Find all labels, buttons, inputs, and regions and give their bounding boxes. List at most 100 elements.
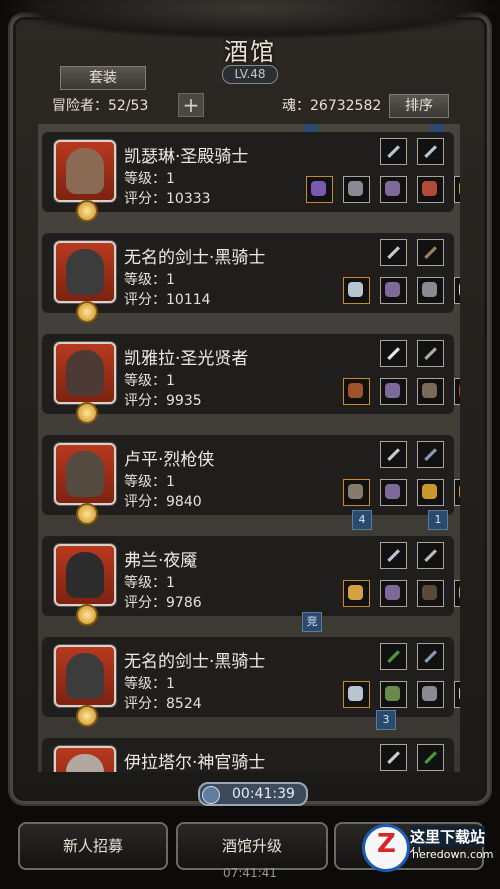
hero-score: 评分：10333 — [124, 191, 211, 207]
hero-card[interactable]: 凯瑟琳·圣殿骑士 等级：1 评分：10333 — [42, 132, 460, 222]
equip-slot[interactable] — [454, 681, 460, 708]
equip-slot[interactable] — [417, 441, 444, 468]
spear-icon — [348, 383, 363, 398]
hero-score: 评分：10114 — [124, 292, 211, 308]
equip-slot[interactable] — [417, 176, 444, 203]
equip-slot[interactable] — [306, 176, 333, 203]
equip-slot[interactable] — [343, 378, 370, 405]
equip-slot[interactable] — [454, 479, 460, 506]
staff-icon — [311, 181, 326, 196]
upgrade-button[interactable]: 酒馆升级 — [176, 822, 328, 870]
hero-score: 评分：9786 — [124, 595, 202, 611]
equip-slot[interactable] — [380, 340, 407, 367]
pistol-icon — [348, 484, 363, 499]
hero-card[interactable]: 弗兰·夜魇 等级：1 评分：9786 — [42, 536, 460, 626]
hero-name: 无名的剑士·黑骑士 — [124, 652, 266, 672]
armor-icon — [385, 282, 400, 297]
hero-card[interactable]: 伊拉塔尔·神官骑士 — [42, 738, 454, 772]
portrait — [54, 443, 116, 525]
equip-slot[interactable] — [343, 176, 370, 203]
equip-slot[interactable] — [417, 643, 444, 670]
watermark-cn: 这里下载站 — [410, 826, 486, 847]
recruit-button[interactable]: 新人招募 — [18, 822, 168, 870]
hero-level: 等级：1 — [124, 676, 175, 692]
armor-icon — [385, 181, 400, 196]
helmet-icon — [348, 181, 363, 196]
equip-slot[interactable] — [417, 277, 444, 304]
equip-slot[interactable] — [454, 378, 460, 405]
hero-card[interactable]: 无名的剑士·黑骑士 等级：1 评分：8524 — [42, 637, 460, 727]
timer: 00:41:39 — [198, 782, 308, 806]
hero-name: 伊拉塔尔·神官骑士 — [124, 753, 266, 772]
page-title: 酒馆 — [224, 38, 276, 66]
sword-icon — [387, 549, 400, 562]
dark-knight-portrait-icon — [66, 552, 104, 598]
equip-slot[interactable] — [417, 580, 444, 607]
tag-badge: 竞 — [302, 612, 322, 632]
equip-slot[interactable] — [417, 744, 444, 771]
scroll-marker — [304, 124, 318, 132]
hero-level: 等级：1 — [124, 171, 175, 187]
equip-slot[interactable] — [380, 138, 407, 165]
equip-slot[interactable] — [380, 643, 407, 670]
equip-slot[interactable] — [380, 681, 407, 708]
level-badge: LV.48 — [222, 65, 278, 84]
equip-slot[interactable] — [380, 479, 407, 506]
tag-badge: 4 — [352, 510, 372, 530]
equip-slot[interactable] — [417, 340, 444, 367]
set-button[interactable]: 套装 — [60, 66, 146, 90]
wing-icon — [387, 347, 400, 360]
hero-card[interactable]: 无名的剑士·黑骑士 等级：1 评分：10114 — [42, 233, 460, 323]
equip-slot[interactable] — [343, 681, 370, 708]
equip-slot[interactable] — [380, 378, 407, 405]
equip-slot[interactable] — [380, 441, 407, 468]
gauntlet-icon — [422, 383, 437, 398]
equip-slot[interactable] — [417, 239, 444, 266]
equip-slot[interactable] — [343, 479, 370, 506]
plus-icon[interactable]: + — [178, 93, 204, 117]
equip-slot[interactable] — [380, 580, 407, 607]
hero-card[interactable]: 凯雅拉·圣光贤者 等级：1 评分：9935 — [42, 334, 460, 424]
hero-score: 评分：9935 — [124, 393, 202, 409]
equip-slot[interactable] — [343, 580, 370, 607]
ring-icon — [422, 484, 437, 499]
scroll-icon — [387, 650, 400, 663]
equip-slot[interactable] — [343, 277, 370, 304]
soul-count: 魂：26732582 — [282, 98, 382, 114]
emblem-icon — [387, 246, 400, 259]
black-helmet-portrait-icon — [66, 653, 104, 699]
tag-badge: 3 — [376, 710, 396, 730]
equip-slot[interactable] — [380, 542, 407, 569]
amulet-icon — [424, 347, 437, 360]
plant-icon — [385, 686, 400, 701]
hero-card[interactable]: 卢平·烈枪侠 等级：1 评分：9840 — [42, 435, 460, 525]
equip-slot[interactable] — [417, 479, 444, 506]
equip-slot[interactable] — [380, 744, 407, 771]
clock-icon — [202, 786, 220, 804]
equip-slot[interactable] — [417, 681, 444, 708]
equip-slot[interactable] — [454, 277, 460, 304]
rank-badge-icon — [76, 301, 98, 323]
rune-icon — [459, 282, 460, 297]
hero-score: 评分：9840 — [124, 494, 202, 510]
sort-button[interactable]: 排序 — [389, 94, 449, 118]
watermark-logo: Z 这里下载站 heredown.com — [362, 820, 493, 880]
equip-slot[interactable] — [417, 138, 444, 165]
hero-list[interactable]: 凯瑟琳·圣殿骑士 等级：1 评分：10333 无名的剑士·黑骑士 等级：1 评分：1011… — [38, 124, 460, 772]
boots-icon — [422, 181, 437, 196]
blade-icon — [348, 585, 363, 600]
watermark-mark: Z — [362, 824, 410, 872]
ring-icon — [459, 484, 460, 499]
equip-slot[interactable] — [380, 239, 407, 266]
mask-icon — [424, 549, 437, 562]
equip-slot[interactable] — [454, 580, 460, 607]
skull-icon — [387, 751, 400, 764]
rank-badge-icon — [76, 402, 98, 424]
equip-slot[interactable] — [380, 176, 407, 203]
equip-slot[interactable] — [417, 378, 444, 405]
rank-badge-icon — [76, 503, 98, 525]
equip-slot[interactable] — [380, 277, 407, 304]
equip-slot[interactable] — [454, 176, 460, 203]
hero-level: 等级：1 — [124, 373, 175, 389]
equip-slot[interactable] — [417, 542, 444, 569]
